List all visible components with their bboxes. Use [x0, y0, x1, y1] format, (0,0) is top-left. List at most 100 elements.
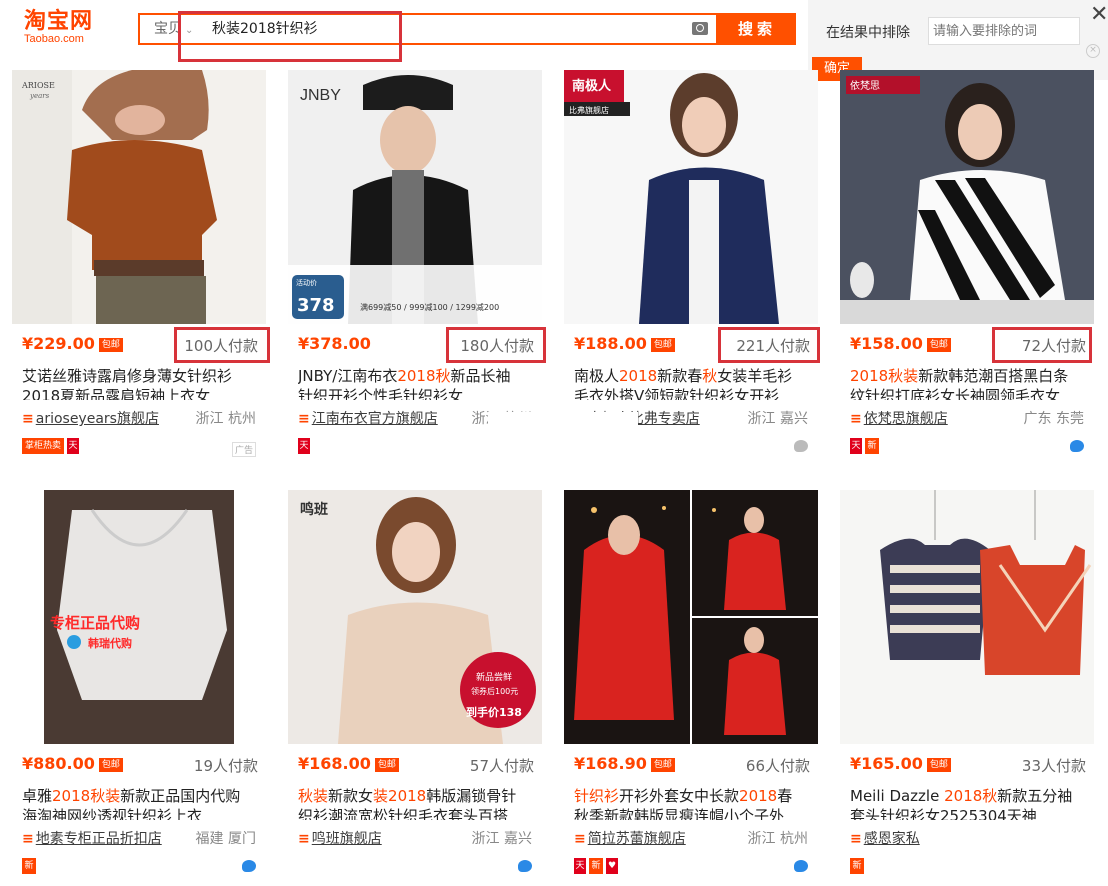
logo-text-en: Taobao.com	[24, 33, 84, 45]
new-tag: 新	[865, 438, 879, 454]
shop-link[interactable]: ≡ 地素专柜正品折扣店	[22, 828, 162, 848]
sales-highlight-box	[174, 327, 270, 363]
product-title[interactable]: 艾诺丝雅诗露肩修身薄女针织衫 2018夏新品露肩短袖上衣女	[22, 366, 258, 400]
taobao-logo[interactable]: 淘宝网 Taobao.com	[24, 10, 114, 50]
heart-icon: ♥	[606, 858, 618, 874]
product-title[interactable]: Meili Dazzle 2018秋新款五分袖 套头针织衫女2525304天神	[850, 786, 1086, 820]
product-price: ¥880.00 包邮	[22, 754, 123, 773]
shop-link[interactable]: ≡ 简拉苏蕾旗舰店	[574, 828, 686, 848]
product-image[interactable]: 依梵思	[840, 70, 1094, 324]
product-title[interactable]: 卓雅2018秋装新款正品国内代购 海淘神网纱透视针织衫上衣	[22, 786, 258, 820]
product-image[interactable]: ARIOSE years	[12, 70, 266, 324]
shop-link[interactable]: ≡ 感恩家私	[850, 828, 920, 848]
sales-count: 57人付款	[469, 757, 534, 775]
tmall-icon: 天	[574, 858, 586, 874]
product-card[interactable]: ¥168.90 包邮 66人付款 针织衫开衫外套女中长款2018春 秋季新款韩版显瘦…	[564, 490, 818, 886]
product-title[interactable]: JNBY/江南布衣2018秋新品长袖 针织开衫个性毛针织衫女	[298, 366, 534, 400]
svg-text:依梵思: 依梵思	[850, 79, 880, 92]
svg-text:到手价138: 到手价138	[466, 705, 522, 719]
shop-link[interactable]: ≡ 依梵思旗舰店	[850, 408, 948, 428]
new-tag: 新	[850, 858, 864, 874]
product-price: ¥229.00 包邮	[22, 334, 123, 353]
chat-icon[interactable]	[794, 440, 808, 452]
shop-menu-icon: ≡	[850, 411, 862, 427]
new-tag: 新	[589, 858, 603, 874]
product-image[interactable]: 专柜正品代购 韩瑞代购	[12, 490, 266, 744]
tag-row: 掌柜热卖天	[22, 438, 82, 454]
svg-text:378: 378	[297, 295, 335, 316]
exclude-input[interactable]	[928, 17, 1080, 45]
logo-text-cn: 淘宝网	[24, 8, 94, 34]
ad-label: 广告	[231, 442, 256, 457]
chat-icon[interactable]	[794, 860, 808, 872]
sales-count: 66人付款	[745, 757, 810, 775]
shop-menu-icon: ≡	[574, 831, 586, 847]
sales-count: 19人付款	[193, 757, 258, 775]
chat-icon[interactable]	[242, 860, 256, 872]
shop-menu-icon: ≡	[22, 831, 34, 847]
product-price: ¥158.00 包邮	[850, 334, 951, 353]
chat-icon[interactable]	[1070, 440, 1084, 452]
product-price: ¥168.90 包邮	[574, 754, 675, 773]
location: 浙江 嘉兴	[747, 411, 808, 427]
tag-row: 天新 ♥	[574, 858, 621, 874]
product-card[interactable]: ARIOSE years ¥229.00 包邮 100人付款 艾诺丝雅诗露肩修身薄…	[12, 70, 266, 466]
svg-text:ARIOSE: ARIOSE	[21, 81, 55, 90]
location: 广东 东莞	[1023, 411, 1084, 427]
close-icon[interactable]: ✕	[1090, 4, 1108, 26]
product-title[interactable]: 秋装新款女装2018韩版漏锁骨针 织衫潮流宽松针织毛衣套头百搭	[298, 786, 534, 820]
query-highlight-box	[178, 11, 402, 62]
free-shipping-badge: 包邮	[98, 757, 123, 772]
chat-icon[interactable]	[518, 860, 532, 872]
product-image[interactable]	[840, 490, 1094, 744]
free-shipping-badge: 包邮	[650, 337, 675, 352]
product-price: ¥168.00 包邮	[298, 754, 399, 773]
product-price: ¥378.00	[298, 334, 371, 353]
sales-highlight-box	[992, 327, 1092, 363]
svg-text:新品尝鲜: 新品尝鲜	[476, 671, 512, 683]
svg-text:南极人: 南极人	[572, 78, 612, 94]
product-title[interactable]: 南极人2018新款春秋女装羊毛衫 毛衣外搭V领短款针织衫女开衫	[574, 366, 810, 400]
product-card[interactable]: JNBY 活动价 378 满699减50 / 999减100 / 1299减20…	[288, 70, 542, 466]
product-image[interactable]	[564, 490, 818, 744]
shop-link[interactable]: ≡ 鸣班旗舰店	[298, 828, 382, 848]
hot-seller-tag: 掌柜热卖	[22, 438, 65, 454]
shop-menu-icon: ≡	[22, 411, 34, 427]
search-button[interactable]: 搜索	[718, 13, 796, 45]
product-price: ¥188.00 包邮	[574, 334, 675, 353]
svg-text:比弗旗舰店: 比弗旗舰店	[569, 105, 609, 115]
svg-text:满699减50 / 999减100 / 1299减200: 满699减50 / 999减100 / 1299减200	[360, 302, 499, 312]
svg-text:JNBY: JNBY	[300, 87, 341, 104]
sales-count: 33人付款	[1021, 757, 1086, 775]
free-shipping-badge: 包邮	[98, 337, 123, 352]
shop-link[interactable]: ≡ arioseyears旗舰店	[22, 408, 159, 428]
free-shipping-badge: 包邮	[374, 757, 399, 772]
product-card[interactable]: ¥165.00 包邮 33人付款 Meili Dazzle 2018秋新款五分袖套…	[840, 490, 1094, 886]
location: 浙江 杭州	[747, 831, 808, 847]
svg-text:韩瑞代购: 韩瑞代购	[88, 636, 132, 650]
product-image[interactable]: 鸣班 新品尝鲜 领券后100元 到手价138	[288, 490, 542, 744]
exclude-label: 在结果中排除	[826, 25, 910, 41]
svg-text:years: years	[29, 92, 50, 100]
location: 浙江 杭州	[195, 411, 256, 427]
clear-icon[interactable]: ×	[1086, 44, 1100, 58]
product-image[interactable]: 南极人 比弗旗舰店	[564, 70, 818, 324]
overlay-patch	[488, 412, 638, 452]
product-card[interactable]: 南极人 比弗旗舰店 ¥188.00 包邮 221人付款 南极人2018新款春秋女装…	[564, 70, 818, 466]
product-title[interactable]: 2018秋装新款韩范潮百搭黑白条 纹针织打底衫女长袖圆领毛衣女	[850, 366, 1086, 400]
product-title[interactable]: 针织衫开衫外套女中长款2018春 秋季新款韩版显瘦连帽小个子外	[574, 786, 810, 820]
product-image[interactable]: JNBY 活动价 378 满699减50 / 999减100 / 1299减20…	[288, 70, 542, 324]
tag-row: 新	[22, 858, 39, 874]
product-price: ¥165.00 包邮	[850, 754, 951, 773]
product-card[interactable]: 依梵思 ¥158.00 包邮 72人付款 2018秋装新款韩范潮百搭黑白条 纹针织打…	[840, 70, 1094, 466]
camera-icon[interactable]	[692, 22, 708, 35]
sales-highlight-box	[446, 327, 546, 363]
sales-highlight-box	[718, 327, 820, 363]
shop-menu-icon: ≡	[298, 411, 310, 427]
tag-row: 天	[298, 438, 313, 454]
svg-text:专柜正品代购: 专柜正品代购	[50, 614, 140, 632]
product-card[interactable]: 鸣班 新品尝鲜 领券后100元 到手价138 ¥168.00 包邮 57人付款 秋…	[288, 490, 542, 886]
product-card[interactable]: 专柜正品代购 韩瑞代购 ¥880.00 包邮 19人付款 卓雅2018秋装新款正品…	[12, 490, 266, 886]
shop-link[interactable]: ≡ 江南布衣官方旗舰店	[298, 408, 438, 428]
free-shipping-badge: 包邮	[926, 337, 951, 352]
